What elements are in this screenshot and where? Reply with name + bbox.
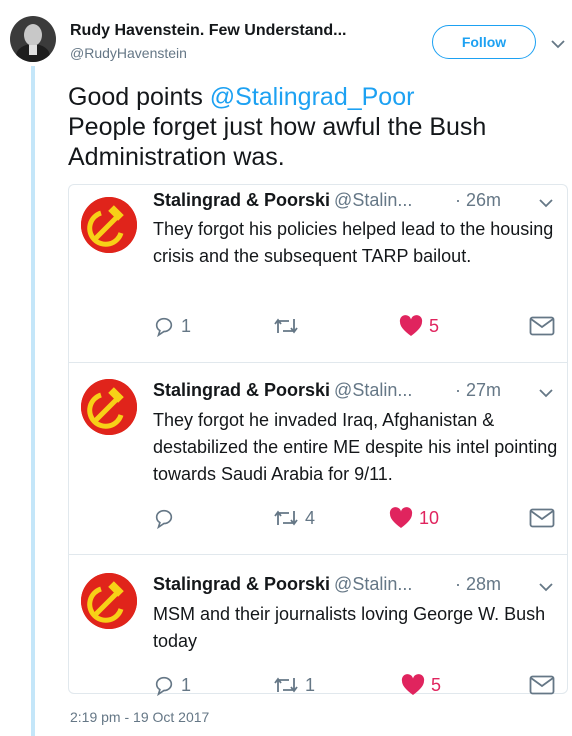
like-button[interactable]: 5 <box>401 672 441 698</box>
quoted-text: MSM and their journalists loving George … <box>153 604 546 651</box>
retweet-icon <box>274 510 298 526</box>
quoted-author-name[interactable]: Stalingrad & Poorski <box>153 190 330 210</box>
reply-icon <box>155 509 173 529</box>
heart-icon <box>401 674 425 695</box>
like-button[interactable]: 5 <box>399 313 439 339</box>
thread-line <box>31 66 35 736</box>
hammer-sickle-avatar[interactable] <box>81 573 137 629</box>
heart-icon <box>389 507 413 528</box>
follow-button[interactable]: Follow <box>432 25 536 59</box>
like-count: 5 <box>429 315 440 336</box>
tweet-text: Good points @Stalingrad_Poor People forg… <box>68 82 558 172</box>
quoted-header: Stalingrad & Poorski @Stalin... <box>153 190 412 211</box>
chevron-down-icon[interactable] <box>539 579 553 597</box>
quoted-timestamp[interactable]: · 26m <box>455 190 501 211</box>
heart-icon <box>399 315 423 336</box>
retweet-icon <box>274 677 298 693</box>
reply-count: 1 <box>181 315 192 336</box>
quoted-timestamp[interactable]: · 28m <box>455 574 501 595</box>
envelope-icon <box>529 675 555 695</box>
quoted-author-handle[interactable]: @Stalin... <box>334 380 412 400</box>
message-button[interactable] <box>529 313 555 339</box>
reply-count: 1 <box>181 674 192 695</box>
quoted-tweet[interactable]: Stalingrad & Poorski @Stalin... · 28m MSM… <box>68 554 568 696</box>
envelope-icon <box>529 316 555 336</box>
tweet-actions: 4 10 <box>153 505 563 531</box>
retweet-button[interactable] <box>273 313 305 339</box>
quoted-tweet[interactable]: Stalingrad & Poorski @Stalin... · 26m The… <box>68 184 568 362</box>
quoted-author-handle[interactable]: @Stalin... <box>334 190 412 210</box>
chevron-down-icon[interactable] <box>539 385 553 403</box>
author-avatar[interactable] <box>10 16 56 62</box>
quoted-author-name[interactable]: Stalingrad & Poorski <box>153 574 330 594</box>
quoted-tweet[interactable]: Stalingrad & Poorski @Stalin... · 27m The… <box>68 362 568 554</box>
chevron-down-icon[interactable] <box>551 36 565 54</box>
retweet-button[interactable]: 4 <box>273 505 315 531</box>
hammer-sickle-avatar[interactable] <box>81 197 137 253</box>
tweet-actions: 1 1 5 <box>153 672 563 698</box>
retweet-count: 4 <box>305 507 316 528</box>
reply-button[interactable]: 1 <box>153 672 191 698</box>
tweet-text-prefix: Good points <box>68 83 210 111</box>
message-button[interactable] <box>529 505 555 531</box>
like-count: 10 <box>419 507 440 528</box>
retweet-button[interactable]: 1 <box>273 672 315 698</box>
author-name[interactable]: Rudy Havenstein. Few Understand... <box>70 22 347 40</box>
quoted-author-name[interactable]: Stalingrad & Poorski <box>153 380 330 400</box>
author-handle[interactable]: @RudyHavenstein <box>70 45 187 61</box>
reply-button[interactable]: 1 <box>153 313 191 339</box>
hammer-sickle-avatar[interactable] <box>81 379 137 435</box>
message-button[interactable] <box>529 672 555 698</box>
reply-icon <box>155 676 173 696</box>
reply-icon <box>155 317 173 337</box>
quoted-text: They forgot his policies helped lead to … <box>153 219 554 266</box>
tweet-text-rest: People forget just how awful the Bush Ad… <box>68 113 487 171</box>
chevron-down-icon[interactable] <box>539 195 553 213</box>
quoted-header: Stalingrad & Poorski @Stalin... <box>153 574 412 595</box>
retweet-count: 1 <box>305 674 316 695</box>
like-button[interactable]: 10 <box>389 505 439 531</box>
tweet-actions: 1 5 <box>153 313 563 339</box>
quoted-text: They forgot he invaded Iraq, Afghanistan… <box>153 410 558 484</box>
reply-button[interactable] <box>153 505 181 531</box>
quoted-author-handle[interactable]: @Stalin... <box>334 574 412 594</box>
quoted-header: Stalingrad & Poorski @Stalin... <box>153 380 412 401</box>
tweet-timestamp[interactable]: 2:19 pm - 19 Oct 2017 <box>70 709 209 725</box>
retweet-icon <box>274 318 298 334</box>
envelope-icon <box>529 508 555 528</box>
quoted-timestamp[interactable]: · 27m <box>455 380 501 401</box>
like-count: 5 <box>431 674 442 695</box>
mention-link[interactable]: @Stalingrad_Poor <box>210 83 415 111</box>
